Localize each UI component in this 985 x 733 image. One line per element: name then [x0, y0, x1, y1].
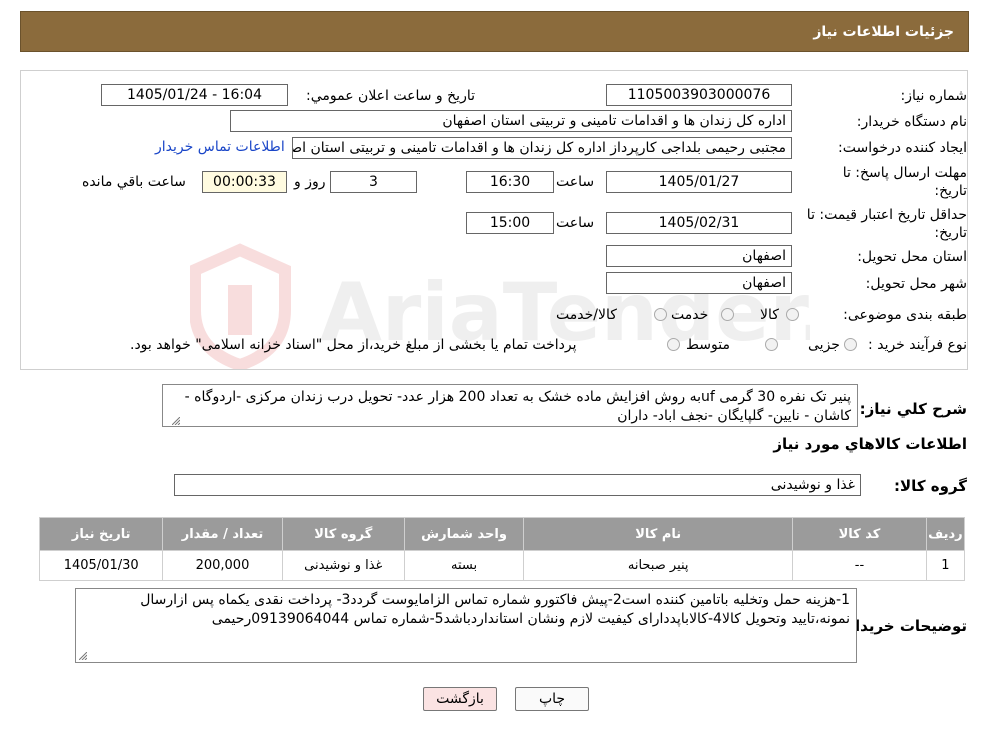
col-unit: واحد شمارش — [403, 517, 525, 551]
cell-name: پنیر صبحانه — [523, 550, 794, 581]
remaining-label: ساعت باقي مانده — [82, 174, 186, 190]
buyer-contact-link[interactable]: اطلاعات تماس خريدار — [155, 139, 285, 155]
process-label: نوع فرآیند خرید : — [868, 337, 967, 353]
col-group: گروه کالا — [281, 517, 405, 551]
goods-group-label: گروه کالا: — [894, 477, 967, 495]
requester-label: ایجاد کننده درخواست: — [838, 140, 967, 156]
table-row: 1 -- پنیر صبحانه بسته غذا و نوشیدنی 200,… — [38, 550, 966, 581]
category-radio-service[interactable] — [721, 308, 734, 321]
goods-section-title: اطلاعات كالاهاي مورد نياز — [773, 435, 967, 453]
process-radio-medium[interactable] — [765, 338, 778, 351]
deadline-label: مهلت ارسال پاسخ: تا — [842, 165, 967, 181]
requester-field: مجتبی رحیمی بلداجی کارپرداز اداره کل زند… — [292, 137, 792, 159]
process-option-medium: متوسط — [686, 337, 730, 353]
validity-time-field: 15:00 — [466, 212, 554, 234]
announce-datetime-field: 1405/01/24 - 16:04 — [101, 84, 288, 106]
col-date: تاریخ نیاز — [38, 517, 164, 551]
category-label: طبقه بندی موضوعی: — [843, 307, 967, 323]
summary-label: شرح كلي نياز: — [859, 400, 967, 418]
col-name: نام کالا — [523, 517, 794, 551]
validity-label-date: تاریخ: — [934, 225, 967, 241]
cell-row: 1 — [925, 550, 966, 581]
days-label: روز و — [294, 174, 326, 190]
process-note: پرداخت تمام یا بخشی از مبلغ خرید،از محل … — [130, 337, 577, 353]
page-title: جزئیات اطلاعات نیاز — [813, 24, 954, 40]
cell-code: -- — [792, 550, 927, 581]
need-number-field: 1105003903000076 — [606, 84, 792, 106]
category-option-service: خدمت — [671, 307, 709, 323]
validity-label: حداقل تاریخ اعتبار قیمت: تا — [806, 207, 967, 223]
category-radio-goods[interactable] — [786, 308, 799, 321]
table-header-row: ردیف کد کالا نام کالا واحد شمارش گروه کا… — [38, 517, 966, 551]
city-field: اصفهان — [606, 272, 792, 294]
deadline-label-date: تاریخ: — [934, 183, 967, 199]
resize-grip-icon[interactable] — [79, 652, 87, 660]
category-radio-goods-service[interactable] — [654, 308, 667, 321]
process-radio-minor[interactable] — [844, 338, 857, 351]
col-code: کد کالا — [792, 517, 927, 551]
remaining-time-field: 00:00:33 — [202, 171, 287, 193]
province-label: استان محل تحویل: — [857, 249, 967, 265]
city-label: شهر محل تحویل: — [865, 276, 967, 292]
province-field: اصفهان — [606, 245, 792, 267]
cell-quantity: 200,000 — [162, 550, 283, 581]
buyer-org-field: اداره کل زندان ها و اقدامات تامینی و ترب… — [230, 110, 792, 132]
validity-date-field: 1405/02/31 — [606, 212, 792, 234]
cell-unit: بسته — [403, 550, 525, 581]
col-quantity: تعداد / مقدار — [162, 517, 283, 551]
page-header: جزئیات اطلاعات نیاز — [20, 11, 969, 52]
deadline-time-label: ساعت — [556, 174, 595, 190]
announce-label: تاریخ و ساعت اعلان عمومي: — [306, 88, 475, 104]
buyer-notes-text: 1-هزینه حمل وتخلیه باتامین کننده است2-پی… — [75, 588, 857, 663]
print-button[interactable]: چاپ — [515, 687, 589, 711]
goods-group-field: غذا و نوشیدنی — [174, 474, 861, 496]
days-remaining-field: 3 — [330, 171, 417, 193]
cell-date: 1405/01/30 — [38, 550, 164, 581]
resize-grip-icon[interactable] — [172, 417, 180, 425]
validity-time-label: ساعت — [556, 215, 595, 231]
deadline-date-field: 1405/01/27 — [606, 171, 792, 193]
process-radio-treasury[interactable] — [667, 338, 680, 351]
items-table: ردیف کد کالا نام کالا واحد شمارش گروه کا… — [38, 517, 966, 581]
deadline-time-field: 16:30 — [466, 171, 554, 193]
process-option-minor: جزیی — [808, 337, 840, 353]
summary-text: پنیر تک نفره 30 گرمی ufبه روش افزایش ماد… — [162, 384, 858, 427]
buyer-org-label: نام دستگاه خريدار: — [856, 114, 967, 130]
col-row: ردیف — [925, 517, 966, 551]
category-option-goods-service: کالا/خدمت — [556, 307, 617, 323]
back-button[interactable]: بازگشت — [423, 687, 497, 711]
category-option-goods: کالا — [760, 307, 779, 323]
need-number-label: شماره نیاز: — [900, 88, 968, 104]
notes-label: توضیحات خریدار: — [840, 617, 967, 635]
cell-group: غذا و نوشیدنی — [281, 550, 405, 581]
